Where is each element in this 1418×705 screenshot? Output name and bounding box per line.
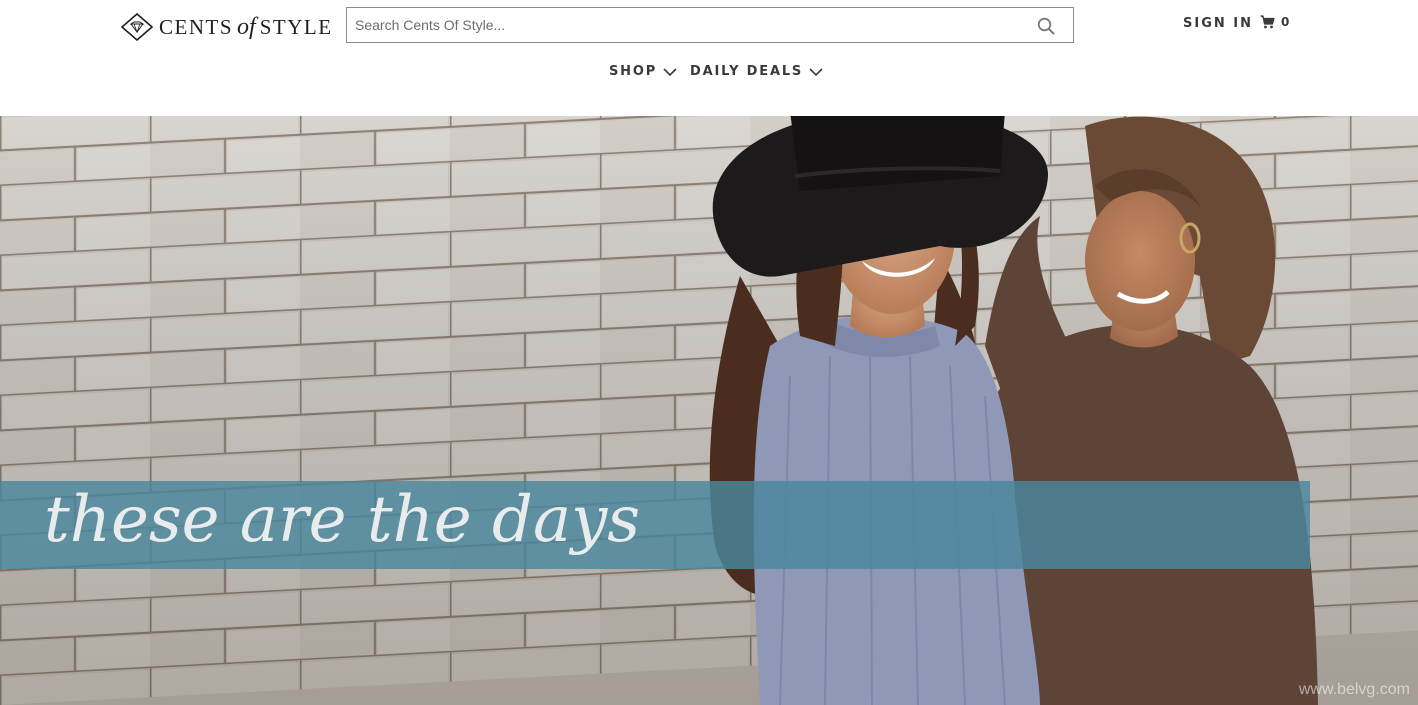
brand-name-part-3: STYLE [259, 14, 333, 39]
nav-item-daily-deals[interactable]: DAILY DEALS [690, 64, 823, 79]
hero-image [0, 116, 1418, 705]
watermark: www.belvg.com [1298, 681, 1410, 698]
site-header: CENTSofSTYLE SIGN IN 0 SHOP DAILY DEALS [0, 0, 1418, 116]
search-input[interactable] [347, 8, 1035, 42]
diamond-logo-icon [121, 13, 153, 41]
nav-item-label: SHOP [609, 64, 658, 79]
nav-item-label: DAILY DEALS [690, 64, 804, 79]
brand-name: CENTS of STYLE [159, 14, 333, 41]
brand-name-part-2: of [237, 13, 256, 40]
cart-count: 0 [1281, 15, 1290, 29]
cart-icon [1260, 15, 1275, 29]
sign-in-link[interactable]: SIGN IN [1183, 16, 1253, 31]
hero-banner[interactable]: these are the days www.belvg.com [0, 116, 1418, 705]
cart-button[interactable]: 0 [1260, 15, 1289, 29]
chevron-down-icon [809, 67, 823, 76]
chevron-down-icon [663, 67, 677, 76]
search-bar [346, 7, 1074, 43]
nav-item-shop[interactable]: SHOP [609, 64, 677, 79]
search-icon[interactable] [1037, 17, 1055, 35]
main-nav: SHOP DAILY DEALS [0, 64, 1418, 86]
headline-banner: these are the days [0, 481, 1310, 569]
hero-headline: these are the days [44, 483, 641, 557]
brand-logo[interactable]: CENTS of STYLE [121, 12, 333, 42]
brand-name-part-1: CENTS [159, 14, 234, 39]
